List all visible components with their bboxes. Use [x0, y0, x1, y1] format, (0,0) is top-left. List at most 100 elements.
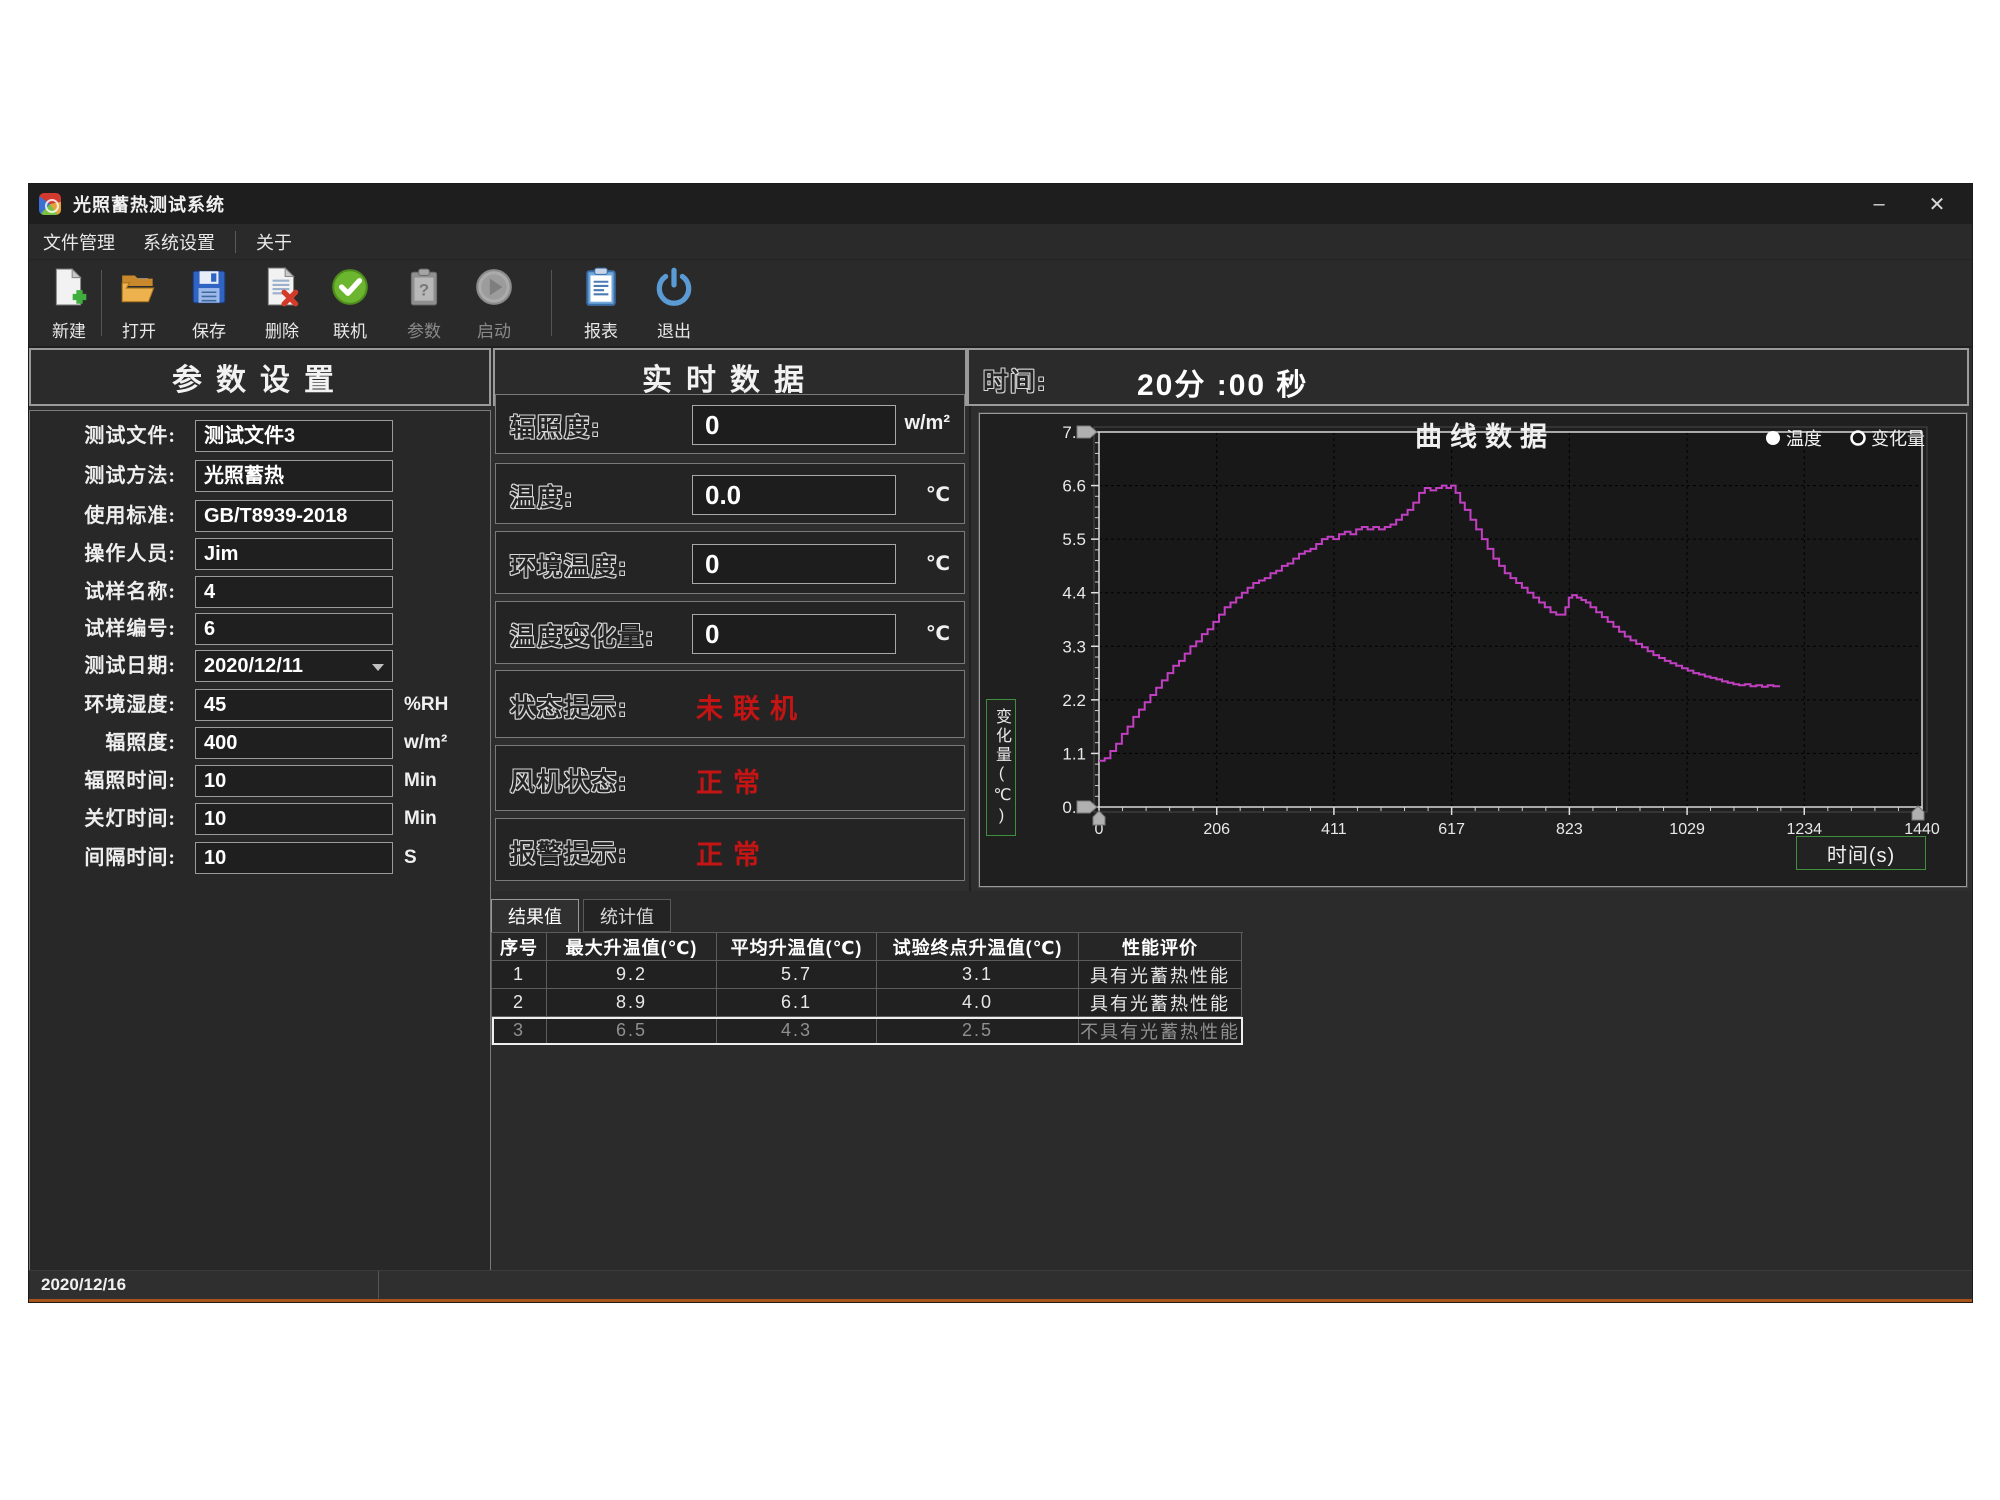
- param-label: 使用标准:: [38, 501, 176, 531]
- status-value: 正常: [696, 833, 770, 872]
- status-value: 未联机: [696, 687, 807, 726]
- time-value: 20分 :00 秒: [1137, 360, 1308, 404]
- params-panel-title: 参数设置: [29, 348, 491, 406]
- legend-label[interactable]: 温度: [1786, 429, 1822, 449]
- param-label: 测试日期:: [38, 651, 176, 681]
- table-cell: 不具有光蓄热性能: [1079, 1017, 1242, 1045]
- curve-chart[interactable]: 0.01.12.23.34.45.56.67.70206411617823102…: [980, 414, 1966, 886]
- param-field-row: 试样名称:4: [30, 577, 490, 607]
- toolbar-button-label: 参数: [407, 317, 441, 342]
- table-row[interactable]: 19.25.73.1具有光蓄热性能: [492, 961, 1243, 989]
- status-bar: 2020/12/16: [29, 1270, 1972, 1299]
- toolbar-button-exit-power[interactable]: 退出: [642, 266, 706, 344]
- table-row[interactable]: 28.96.14.0具有光蓄热性能: [492, 989, 1243, 1017]
- chevron-down-icon[interactable]: [372, 664, 384, 671]
- legend-label[interactable]: 变化量: [1871, 429, 1925, 449]
- toolbar-button-delete-document[interactable]: 删除: [250, 266, 314, 344]
- param-input[interactable]: GB/T8939-2018: [195, 500, 393, 532]
- window-title: 光照蓄热测试系统: [73, 191, 225, 217]
- toolbar-button-new-document[interactable]: 新建: [37, 266, 101, 344]
- start-play-icon: [473, 266, 515, 313]
- menu-item-2[interactable]: 系统设置: [129, 224, 229, 259]
- param-input[interactable]: 4: [195, 576, 393, 608]
- x-tick-label: 411: [1321, 821, 1347, 838]
- toolbar-button-label: 保存: [192, 317, 226, 342]
- realtime-label: 温度变化量:: [510, 617, 655, 653]
- close-button[interactable]: ✕: [1914, 184, 1960, 224]
- table-cell: 具有光蓄热性能: [1079, 961, 1242, 989]
- status-row: 风机状态:正常: [495, 745, 965, 811]
- param-field-row: 测试文件:测试文件3: [30, 421, 490, 451]
- param-input[interactable]: 10: [195, 842, 393, 874]
- table-cell: 6.5: [547, 1017, 717, 1045]
- param-label: 间隔时间:: [38, 843, 176, 873]
- param-input[interactable]: Jim: [195, 538, 393, 570]
- toolbar-button-label: 退出: [657, 317, 691, 342]
- realtime-reading-row: 环境温度:0℃: [495, 531, 965, 594]
- realtime-unit: w/m²: [904, 412, 950, 435]
- menu-item-3[interactable]: 关于: [242, 224, 306, 259]
- toolbar-separator: [101, 270, 102, 336]
- chart-x-axis-label: 时间(s): [1796, 836, 1926, 870]
- toolbar-button-save-floppy[interactable]: 保存: [177, 266, 241, 344]
- param-input[interactable]: 测试文件3: [195, 420, 393, 452]
- y-tick-label: 5.5: [1062, 530, 1086, 549]
- new-document-icon: [48, 266, 90, 313]
- param-label: 辐照时间:: [38, 766, 176, 796]
- table-cell: 3: [492, 1017, 547, 1045]
- realtime-unit: ℃: [926, 621, 950, 646]
- realtime-label: 环境温度:: [510, 547, 628, 583]
- param-field-row: 辐照度:400w/m²: [30, 728, 490, 758]
- plot-background: [1099, 432, 1922, 807]
- param-input[interactable]: 2020/12/11: [195, 650, 393, 682]
- app-logo-icon: [39, 193, 61, 215]
- param-input[interactable]: 45: [195, 689, 393, 721]
- param-input[interactable]: 10: [195, 765, 393, 797]
- x-tick-label: 1029: [1669, 821, 1705, 838]
- column-header: 性能评价: [1079, 933, 1242, 961]
- curve-chart-panel: 0.01.12.23.34.45.56.67.70206411617823102…: [979, 413, 1967, 887]
- svg-text:?: ?: [419, 280, 429, 299]
- toolbar-button-connect-check[interactable]: 联机: [318, 266, 382, 344]
- toolbar-button-open-folder[interactable]: 打开: [107, 266, 171, 344]
- open-folder-icon: [118, 266, 160, 313]
- table-cell: 9.2: [547, 961, 717, 989]
- param-label: 操作人员:: [38, 539, 176, 569]
- param-label: 测试方法:: [38, 461, 176, 491]
- status-label: 报警提示:: [510, 834, 628, 870]
- param-field-row: 操作人员: Jim: [30, 539, 490, 569]
- tab-statistic-values[interactable]: 统计值: [583, 899, 671, 932]
- toolbar-button-params-clipboard: ? 参数: [392, 266, 456, 344]
- column-header: 最大升温值(℃): [547, 933, 717, 961]
- toolbar-button-label: 新建: [52, 317, 86, 342]
- param-field-row: 关灯时间:10Min: [30, 804, 490, 834]
- tab-result-values[interactable]: 结果值: [491, 899, 579, 932]
- table-cell: 4.0: [877, 989, 1079, 1017]
- param-input[interactable]: 6: [195, 613, 393, 645]
- param-field-row: 间隔时间:10S: [30, 843, 490, 873]
- param-field-row: 测试方法: 光照蓄热: [30, 461, 490, 491]
- toolbar-button-label: 报表: [584, 317, 618, 342]
- legend-radio-selected[interactable]: [1766, 431, 1780, 445]
- param-input[interactable]: 400: [195, 727, 393, 759]
- table-cell: 2.5: [877, 1017, 1079, 1045]
- status-row: 状态提示:未联机: [495, 670, 965, 738]
- window-bottom-edge: [29, 1299, 1972, 1302]
- minimize-button[interactable]: –: [1856, 184, 1902, 224]
- results-table: 序号最大升温值(℃)平均升温值(℃)试验终点升温值(℃)性能评价19.25.73…: [491, 932, 1243, 1045]
- y-tick-label: 6.6: [1062, 477, 1086, 496]
- menu-item-1[interactable]: 文件管理: [29, 224, 129, 259]
- toolbar-button-label: 启动: [477, 317, 511, 342]
- param-input[interactable]: 光照蓄热: [195, 460, 393, 492]
- x-axis-handle-left[interactable]: [1093, 811, 1105, 825]
- table-row[interactable]: 36.54.32.5不具有光蓄热性能: [492, 1017, 1243, 1045]
- param-input[interactable]: 10: [195, 803, 393, 835]
- table-cell: 具有光蓄热性能: [1079, 989, 1242, 1017]
- results-region: 结果值统计值序号最大升温值(℃)平均升温值(℃)试验终点升温值(℃)性能评价19…: [491, 891, 1971, 1271]
- toolbar-button-report-clipboard[interactable]: 报表: [569, 266, 633, 344]
- param-field-row: 使用标准: GB/T8939-2018: [30, 501, 490, 531]
- app-window: 光照蓄热测试系统 – ✕ 文件管理系统设置关于 新建打开保存删除联机?参数启动报…: [28, 183, 1973, 1303]
- delete-document-icon: [261, 266, 303, 313]
- realtime-value: 0.0: [692, 475, 896, 515]
- time-label: 时间:: [983, 362, 1047, 398]
